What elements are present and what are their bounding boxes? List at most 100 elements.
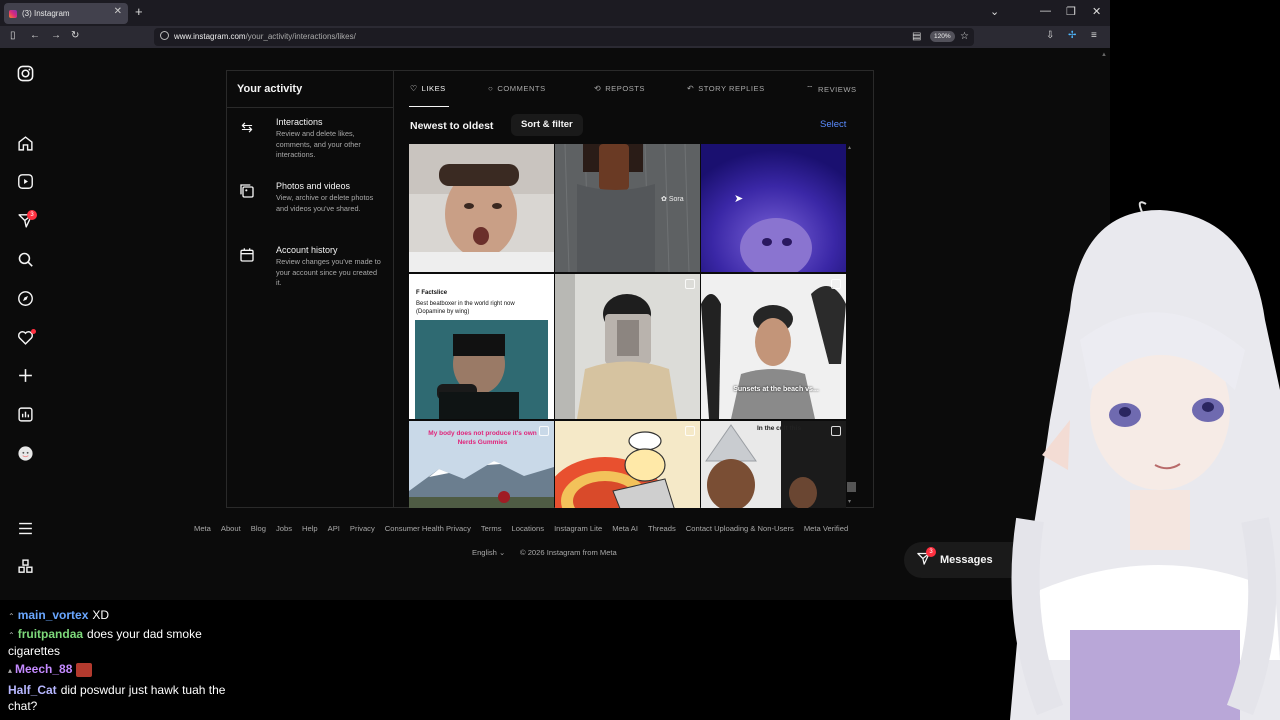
menu-item-title: Photos and videos [276,181,351,191]
explore-compass-icon[interactable] [16,290,34,308]
footer-link[interactable]: Terms [481,524,502,533]
active-tab-indicator [409,106,449,107]
vtuber-avatar [1010,201,1280,720]
post-caption: My body does not produce it's own Nerds … [428,430,537,446]
footer-link[interactable]: Help [302,524,318,533]
menu-item-interactions[interactable]: ⇆ Interactions Review and delete likes, … [227,117,393,167]
tab-likes[interactable]: ♡ LIKES [410,84,446,93]
post-thumbnail [701,144,846,272]
chat-username[interactable]: Meech_88 [15,662,72,676]
browser-tab-instagram[interactable]: (3) Instagram ✕ [4,3,128,24]
liked-post-tile[interactable]: ✿ Sora [555,144,700,272]
footer-link[interactable]: Jobs [276,524,292,533]
messages-badge: 3 [926,547,936,557]
footer-links: Meta About Blog Jobs Help API Privacy Co… [194,524,848,533]
post-caption: Sunsets at the beach vs... [733,386,819,393]
footer-link[interactable]: Meta Verified [804,524,848,533]
chat-username[interactable]: main_vortex [18,608,89,622]
footer-link[interactable]: API [328,524,340,533]
footer-link[interactable]: Instagram Lite [554,524,602,533]
home-icon[interactable] [16,135,34,153]
footer-link[interactable]: Consumer Health Privacy [385,524,471,533]
addon-icon[interactable]: ✢ [1068,30,1076,41]
restore-icon[interactable]: ❐ [1066,5,1076,18]
reels-icon[interactable] [16,173,34,191]
notification-dot [31,329,36,334]
chat-badge-icon: ▴ [8,666,13,675]
zoom-level[interactable]: 120% [930,31,955,42]
menu-item-desc: Review and delete likes, comments, and y… [276,129,361,159]
window-close-icon[interactable]: ✕ [1092,5,1101,18]
reel-icon [539,426,549,436]
liked-posts-grid: ✿ Sora ➤ F Factslice Best beatboxer in t… [409,144,849,508]
post-thumbnail [555,274,700,419]
sort-order-label: Newest to oldest [410,120,494,132]
tab-reposts[interactable]: ⟲ REPOSTS [594,84,645,93]
footer-link[interactable]: Meta AI [612,524,638,533]
browser-nav-bar: ▯ ← → ↻ www.instagram.com/your_activity/… [0,26,1110,48]
grid-scrollbar[interactable]: ▴ ▾ [847,144,856,508]
language-select[interactable]: English ⌄ [472,548,505,557]
repost-icon: ⟲ [594,84,602,93]
tab-close-icon[interactable]: ✕ [114,6,122,17]
liked-post-tile[interactable]: F Factslice Best beatboxer in the world … [409,274,554,419]
footer-link[interactable]: Privacy [350,524,375,533]
footer-link[interactable]: About [221,524,241,533]
sidebar-toggle-icon[interactable]: ▯ [10,30,16,41]
bookmark-star-icon[interactable]: ☆ [960,31,969,42]
liked-post-tile[interactable]: Sunsets at the beach vs... [701,274,846,419]
footer-link[interactable]: Meta [194,524,211,533]
liked-post-tile[interactable] [555,274,700,419]
tab-comments[interactable]: ○ COMMENTS [488,84,546,93]
list-tabs-icon[interactable]: ⌄ [990,5,999,18]
back-icon[interactable]: ← [30,30,40,41]
sort-filter-button[interactable]: Sort & filter [511,114,583,136]
search-icon[interactable] [16,251,34,269]
also-from-meta-icon[interactable] [16,558,34,576]
footer-link[interactable]: Contact Uploading & Non-Users [686,524,794,533]
minimize-icon[interactable]: — [1040,5,1051,17]
menu-item-photos-videos[interactable]: Photos and videos View, archive or delet… [227,181,393,231]
app-menu-icon[interactable]: ≡ [1091,30,1097,41]
footer-link[interactable]: Locations [512,524,545,533]
copyright: © 2026 Instagram from Meta [520,548,617,557]
forward-icon[interactable]: → [51,30,61,41]
chat-badge-icon: ⌃ [8,612,15,621]
activity-sidebar: Your activity ⇆ Interactions Review and … [227,71,394,507]
instagram-favicon-icon [9,9,17,18]
liked-post-tile[interactable]: ➤ [701,144,846,272]
scroll-down-icon[interactable]: ▾ [848,498,851,505]
liked-post-tile[interactable]: My body does not produce it's own Nerds … [409,421,554,508]
comment-icon: ○ [488,84,494,93]
site-info-icon[interactable] [160,31,169,40]
new-tab-button[interactable]: + [135,4,143,19]
dashboard-chart-icon[interactable] [16,406,34,424]
scroll-up-icon[interactable]: ▴ [848,144,851,151]
select-button[interactable]: Select [820,119,846,130]
post-thumbnail [555,144,700,272]
activity-tabs: ♡ LIKES ○ COMMENTS ⟲ REPOSTS ↶ STORY REPLIES… [395,71,875,107]
tab-reviews[interactable]: ⌔ REVIEWS [806,84,857,94]
tab-story-replies[interactable]: ↶ STORY REPLIES [687,84,765,93]
reload-icon[interactable]: ↻ [71,30,79,41]
footer-link[interactable]: Blog [251,524,266,533]
menu-item-account-history[interactable]: Account history Review changes you've ma… [227,245,393,295]
reader-view-icon[interactable]: ▤ [912,31,921,42]
liked-post-tile[interactable]: In the cult this [701,421,846,508]
instagram-logo-icon[interactable] [16,65,34,83]
create-plus-icon[interactable] [16,367,34,385]
liked-post-tile[interactable] [555,421,700,508]
scroll-thumb[interactable] [847,482,856,492]
post-channel-name: F Factslice [416,290,448,296]
address-bar[interactable]: www.instagram.com/your_activity/interact… [154,28,974,46]
chat-username[interactable]: fruitpandaa [18,627,83,641]
liked-post-tile[interactable] [409,144,554,272]
chat-username[interactable]: Half_Cat [8,683,57,697]
profile-avatar[interactable] [16,445,34,463]
more-menu-icon[interactable] [16,520,34,538]
reel-icon [685,279,695,289]
menu-item-title: Interactions [276,117,323,127]
footer-link[interactable]: Threads [648,524,676,533]
post-caption: Best beatboxer in the world right now (D… [416,301,515,315]
extensions-icon[interactable]: ⇩ [1046,30,1054,41]
